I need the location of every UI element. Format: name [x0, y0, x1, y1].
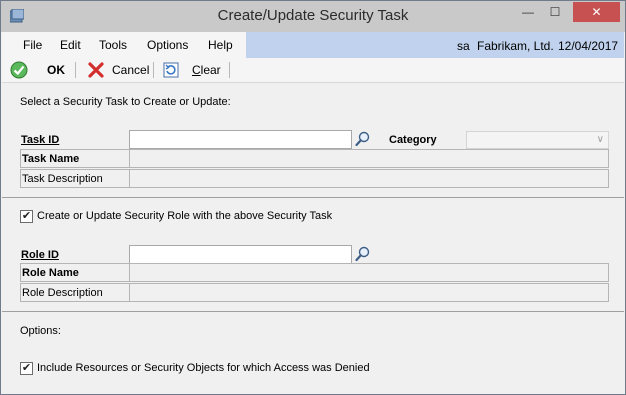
minimize-button[interactable]: —: [515, 2, 541, 22]
section-divider: [2, 311, 624, 312]
role-id-label[interactable]: Role ID: [21, 249, 59, 261]
task-id-label[interactable]: Task ID: [21, 134, 59, 146]
title-bar[interactable]: Create/Update Security Task — ☐ ✕: [1, 1, 625, 32]
toolbar-separator: [75, 62, 76, 78]
role-name-label: Role Name: [22, 267, 79, 279]
row-divider: [129, 150, 130, 167]
minimize-icon: —: [522, 5, 534, 19]
row-divider: [129, 264, 130, 281]
row-divider: [129, 284, 130, 301]
task-id-lookup-icon[interactable]: [354, 130, 372, 148]
toolbar-separator: [229, 62, 230, 78]
status-band: sa Fabrikam, Ltd. 12/04/2017: [246, 32, 624, 58]
menu-tools[interactable]: Tools: [99, 38, 127, 52]
current-company: Fabrikam, Ltd.: [477, 39, 554, 53]
create-role-checkbox-label[interactable]: Create or Update Security Role with the …: [37, 210, 332, 222]
task-name-label: Task Name: [22, 153, 80, 165]
close-icon: ✕: [591, 5, 602, 19]
options-heading: Options:: [20, 325, 61, 337]
clear-button[interactable]: Clear: [160, 58, 224, 82]
include-denied-checkbox[interactable]: ✔: [20, 362, 33, 375]
role-id-lookup-icon[interactable]: [354, 245, 372, 263]
section-divider: [2, 197, 624, 198]
task-section-heading: Select a Security Task to Create or Upda…: [20, 96, 231, 108]
role-id-field[interactable]: [129, 245, 352, 264]
maximize-button[interactable]: ☐: [542, 2, 568, 22]
menu-bar: File Edit Tools Options Help sa Fabrikam…: [2, 32, 624, 58]
role-description-row: Role Description: [20, 283, 609, 302]
checkmark-icon: ✔: [21, 362, 32, 374]
close-button[interactable]: ✕: [573, 2, 620, 22]
row-divider: [129, 170, 130, 187]
task-description-row: Task Description: [20, 169, 609, 188]
include-denied-checkbox-label[interactable]: Include Resources or Security Objects fo…: [37, 362, 370, 374]
form-body: Select a Security Task to Create or Upda…: [2, 83, 624, 394]
red-x-icon: [88, 62, 104, 78]
toolbar: OK Cancel Clear: [2, 58, 624, 83]
ok-label: OK: [47, 63, 65, 77]
task-name-row: Task Name: [20, 149, 609, 168]
chevron-down-icon: ∨: [596, 134, 604, 145]
role-name-row: Role Name: [20, 263, 609, 282]
checkmark-icon: ✔: [21, 210, 32, 222]
menu-options[interactable]: Options: [147, 38, 188, 52]
menu-help[interactable]: Help: [208, 38, 233, 52]
role-description-label: Role Description: [22, 287, 103, 299]
user-date: 12/04/2017: [558, 39, 619, 53]
cancel-button[interactable]: Cancel: [84, 58, 152, 82]
menu-file[interactable]: File: [23, 38, 42, 52]
category-dropdown[interactable]: ∨: [466, 131, 609, 149]
create-role-checkbox[interactable]: ✔: [20, 210, 33, 223]
current-user: sa: [457, 39, 470, 53]
menu-edit[interactable]: Edit: [60, 38, 81, 52]
cancel-label: Cancel: [112, 63, 150, 77]
ok-button[interactable]: OK: [8, 58, 66, 82]
maximize-icon: ☐: [549, 5, 561, 19]
task-id-field[interactable]: [129, 130, 352, 149]
category-label: Category: [389, 134, 437, 146]
toolbar-separator: [153, 62, 154, 78]
clear-form-icon: [163, 62, 179, 78]
clear-label: Clear: [192, 63, 221, 77]
task-description-label: Task Description: [22, 173, 103, 185]
security-task-window: Create/Update Security Task — ☐ ✕ File E…: [0, 0, 626, 395]
green-check-icon: [10, 61, 28, 79]
